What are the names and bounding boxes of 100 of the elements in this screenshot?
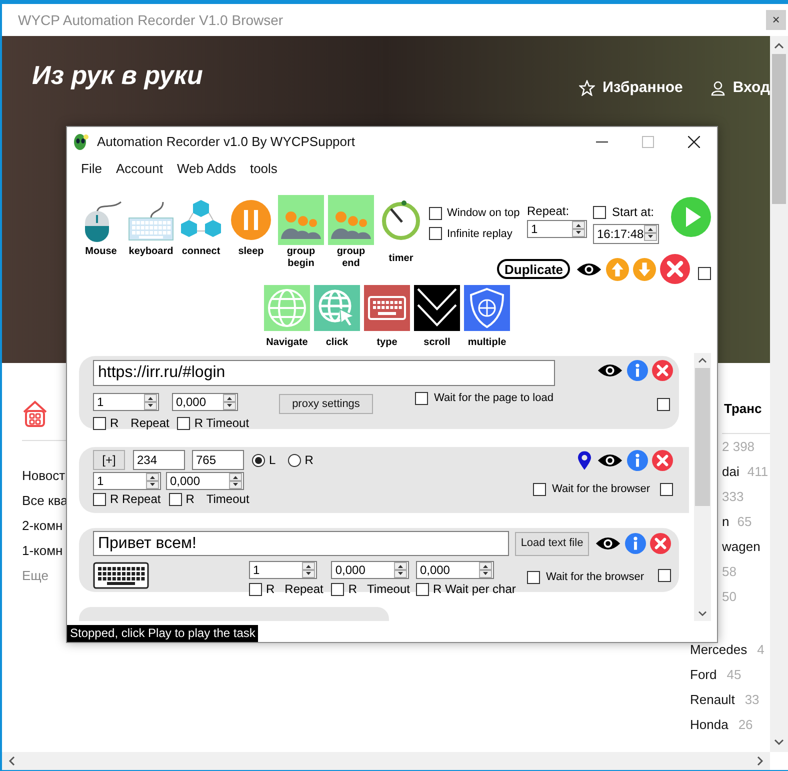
tool-label[interactable]: timer — [388, 253, 414, 265]
tool-label[interactable]: type — [376, 337, 398, 349]
tool-label[interactable]: click — [326, 337, 348, 349]
number-field[interactable]: 765 — [192, 450, 244, 470]
number-field[interactable]: 1 — [249, 561, 317, 579]
number-field[interactable]: 1 — [93, 393, 159, 411]
checkbox[interactable] — [429, 227, 442, 240]
eye-icon[interactable] — [595, 536, 621, 551]
url-field[interactable]: https://irr.ru/#login — [93, 360, 555, 386]
delete-icon[interactable] — [650, 533, 671, 554]
info-icon[interactable] — [627, 450, 648, 471]
stepper-arrows-icon[interactable] — [223, 394, 236, 410]
checkbox-label: Repeat — [284, 581, 324, 598]
button[interactable]: [+] — [93, 450, 125, 470]
delete-icon[interactable] — [660, 254, 690, 284]
checkbox[interactable] — [416, 582, 429, 596]
close-icon[interactable] — [688, 136, 700, 148]
close-button[interactable]: × — [766, 10, 786, 30]
checkbox[interactable] — [658, 569, 671, 582]
number-field[interactable]: 1 — [93, 472, 161, 490]
tool-label[interactable]: connect — [182, 246, 220, 258]
brand-link[interactable]: wagen — [722, 534, 760, 559]
app-icon — [73, 133, 89, 151]
brand-link[interactable]: Ford — [690, 662, 717, 687]
checkbox[interactable] — [593, 206, 606, 218]
stepper-arrows-icon[interactable] — [302, 562, 315, 578]
checkbox[interactable] — [660, 482, 673, 496]
delete-icon[interactable] — [652, 360, 673, 381]
checkbox[interactable] — [532, 482, 546, 496]
number-field[interactable]: 16:17:48 — [593, 224, 659, 244]
eye-icon[interactable] — [597, 453, 623, 468]
brand-link[interactable]: Honda — [690, 712, 728, 737]
text-field[interactable]: Привет всем! — [93, 531, 509, 556]
window-title: Automation Recorder v1.0 By WYCPSupport — [97, 133, 355, 152]
checkbox[interactable] — [429, 206, 442, 220]
tool-label[interactable]: group begin — [277, 246, 325, 270]
number-field[interactable]: 1 — [527, 220, 587, 238]
vertical-scrollbar[interactable] — [694, 353, 711, 621]
scrollbar-thumb[interactable] — [695, 368, 710, 506]
menu-item[interactable]: Account — [116, 159, 163, 179]
radio-button[interactable] — [252, 454, 265, 466]
checkbox[interactable] — [177, 416, 190, 430]
vertical-scrollbar[interactable] — [770, 36, 788, 752]
number-field[interactable]: 0,000 — [166, 472, 244, 490]
delete-icon[interactable] — [652, 450, 673, 471]
info-icon[interactable] — [625, 533, 646, 554]
stepper-arrows-icon[interactable] — [144, 394, 157, 410]
menu-item[interactable]: tools — [250, 159, 278, 179]
tool-label[interactable]: keyboard — [128, 246, 174, 258]
menu-item[interactable]: File — [81, 159, 102, 179]
checkbox[interactable] — [526, 570, 540, 584]
checkbox[interactable] — [249, 582, 262, 596]
eye-icon[interactable] — [597, 363, 623, 378]
checkbox[interactable] — [93, 416, 106, 430]
stepper-arrows-icon[interactable] — [229, 473, 242, 489]
menu-item[interactable]: Web Adds — [176, 159, 236, 179]
stepper-arrows-icon[interactable] — [478, 562, 492, 578]
menu-link[interactable]: 2-комн — [22, 513, 66, 538]
info-icon[interactable] — [627, 360, 648, 381]
nav-link[interactable]: Вход — [732, 77, 770, 100]
menu-link[interactable]: Новост — [22, 463, 66, 488]
tool-label[interactable]: Navigate — [266, 337, 308, 349]
duplicate-button[interactable]: Duplicate — [497, 259, 570, 279]
checkbox[interactable] — [331, 582, 344, 596]
radio-button[interactable] — [288, 454, 301, 466]
brand-link[interactable]: dai — [722, 459, 740, 484]
eye-icon[interactable] — [576, 262, 602, 276]
button[interactable]: proxy settings — [279, 394, 373, 414]
checkbox[interactable] — [657, 398, 670, 411]
stepper-arrows-icon[interactable] — [572, 221, 585, 237]
stepper-arrows-icon[interactable] — [146, 473, 159, 489]
tool-label[interactable]: scroll — [424, 337, 450, 349]
number-field[interactable]: 0,000 — [416, 561, 494, 579]
map-pin-icon[interactable] — [578, 451, 591, 470]
site-logo[interactable]: Из рук в руки — [32, 58, 203, 92]
stepper-arrows-icon[interactable] — [644, 225, 657, 241]
user-icon[interactable] — [710, 80, 725, 96]
horizontal-scrollbar[interactable] — [2, 752, 770, 770]
chevron-down-icon — [414, 285, 460, 331]
tool-label[interactable]: Mouse — [85, 246, 117, 258]
more-link[interactable]: Еще — [22, 563, 66, 588]
tool-label[interactable]: group end — [327, 246, 375, 270]
number-field[interactable]: 0,000 — [172, 393, 238, 411]
tool-label[interactable]: multiple — [468, 337, 506, 349]
count-label: 411 — [747, 463, 768, 481]
scrollbar-thumb[interactable] — [772, 54, 786, 204]
tool-label[interactable]: sleep — [238, 246, 264, 258]
star-icon[interactable] — [578, 80, 595, 96]
menu-link[interactable]: 1-комн — [22, 538, 66, 563]
stepper-arrows-icon[interactable] — [394, 562, 408, 578]
brand-link[interactable]: Renault — [690, 687, 735, 712]
button[interactable]: Load text file — [515, 532, 589, 556]
checkbox[interactable] — [93, 492, 106, 506]
number-field[interactable]: 234 — [133, 450, 185, 470]
checkbox[interactable] — [168, 492, 182, 506]
nav-link[interactable]: Избранное — [602, 77, 683, 100]
brand-link[interactable]: n — [722, 509, 730, 534]
number-field[interactable]: 0,000 — [331, 561, 410, 579]
checkbox[interactable] — [698, 266, 711, 280]
checkbox[interactable] — [415, 392, 428, 405]
